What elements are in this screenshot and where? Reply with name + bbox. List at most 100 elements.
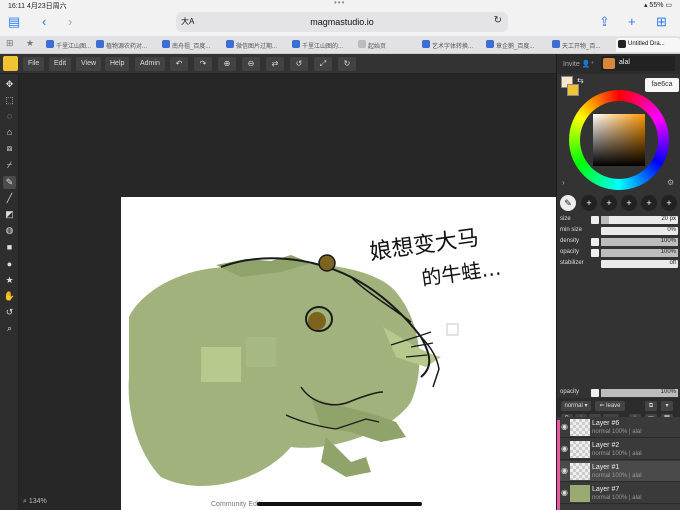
user-badge[interactable]: alal bbox=[601, 56, 675, 71]
eye-icon[interactable]: ◉ bbox=[561, 422, 568, 431]
home-indicator[interactable] bbox=[257, 502, 422, 506]
magma-logo[interactable] bbox=[3, 56, 18, 71]
rotate-view-icon[interactable]: ↺ bbox=[3, 306, 16, 319]
ellipse-icon[interactable]: ● bbox=[3, 258, 16, 271]
bookmarks-icon[interactable]: ★ bbox=[26, 38, 34, 49]
eye-icon[interactable]: ◉ bbox=[561, 466, 568, 475]
tab-scroll-icon[interactable]: ⊞ bbox=[6, 38, 14, 49]
tab-strip: ⊞ ★ 千里江山图... 植物源农药对... 南舟祖_百度... 微信图片过期.… bbox=[0, 36, 680, 54]
layer-item-selected[interactable]: ◉ Layer #1 normal 100% | alal bbox=[557, 461, 680, 482]
menu-view[interactable]: View bbox=[76, 57, 102, 71]
workspace[interactable]: 娘想变大马 的牛蛙… Community Edition bbox=[19, 74, 556, 510]
browser-tab[interactable]: 起始页 bbox=[356, 38, 402, 52]
multitask-dots-icon[interactable]: ••• bbox=[334, 0, 345, 7]
tab-favicon bbox=[292, 40, 300, 48]
rectangle-icon[interactable]: ■ bbox=[3, 241, 16, 254]
status-bar: 16:11 4月23日周六 ••• ▴ 55% ▭ bbox=[0, 0, 680, 10]
brush-slot[interactable]: + bbox=[641, 195, 657, 211]
rotate-right-icon[interactable]: ↻ bbox=[338, 57, 356, 71]
fullscreen-icon[interactable]: ⤢ bbox=[314, 57, 332, 71]
blend-mode-select[interactable]: normal ▾ bbox=[561, 401, 591, 411]
browser-tab[interactable]: 千里江山图的... bbox=[290, 38, 348, 52]
app-menubar: File Edit View Help Admin ↶ ↷ ⊕ ⊖ ⇄ ↺ ⤢ … bbox=[0, 54, 556, 74]
avatar bbox=[603, 58, 615, 69]
layer-list: ◉ Layer #6 normal 100% | alal ◉ Layer #2… bbox=[557, 417, 680, 510]
menu-edit[interactable]: Edit bbox=[49, 57, 72, 71]
prop-checkbox[interactable] bbox=[591, 249, 599, 257]
status-right: ▴ 55% ▭ bbox=[643, 2, 672, 9]
crop-icon[interactable]: ⧈ bbox=[3, 142, 16, 155]
layer-item[interactable]: ◉ Layer #2 normal 100% | alal bbox=[557, 439, 680, 460]
layer-item[interactable]: ◉ Layer #7 normal 100% | alal bbox=[557, 483, 680, 504]
prop-density: density 100% bbox=[560, 238, 678, 246]
prop-checkbox[interactable] bbox=[591, 216, 599, 224]
browser-tab[interactable]: 微信图片过期... bbox=[224, 38, 284, 52]
layer-copy-icon[interactable]: ⧉ bbox=[645, 401, 657, 411]
browser-tab[interactable]: 植物源农药对... bbox=[94, 38, 152, 52]
tool-bar: ✥ ⬚ ◌ ⌂ ⧈ ⌿ ✎ ╱ ◩ ◍ ■ ● ★ ✋ ↺ ⌕ bbox=[0, 74, 19, 510]
swap-colors-icon[interactable]: ⇆ bbox=[577, 76, 584, 85]
prop-slider[interactable]: 20 px bbox=[601, 216, 678, 224]
prop-checkbox[interactable] bbox=[591, 238, 599, 246]
eyedropper-icon[interactable]: ⌿ bbox=[3, 159, 16, 172]
tab-overview-icon[interactable]: ⊞ bbox=[656, 14, 667, 30]
pencil-icon[interactable]: ✎ bbox=[3, 176, 16, 189]
rect-select-icon[interactable]: ⬚ bbox=[3, 94, 16, 107]
prop-slider[interactable]: 100% bbox=[601, 249, 678, 257]
fill-icon[interactable]: ◍ bbox=[3, 224, 16, 237]
menu-admin[interactable]: Admin bbox=[135, 57, 165, 71]
prop-slider[interactable]: 100% bbox=[601, 238, 678, 246]
hex-color-field[interactable]: fae6ca bbox=[645, 78, 679, 92]
tab-favicon bbox=[618, 40, 626, 48]
browser-tab[interactable]: 千里江山图... bbox=[44, 38, 94, 52]
browser-tab[interactable]: 艺术字体转换... bbox=[420, 38, 482, 52]
secondary-color-swatch[interactable] bbox=[567, 84, 579, 96]
transform-icon[interactable]: ⌂ bbox=[3, 126, 16, 139]
saturation-value-picker[interactable] bbox=[593, 114, 645, 166]
eraser-icon[interactable]: ◩ bbox=[3, 208, 16, 221]
browser-tab[interactable]: 南舟祖_百度... bbox=[160, 38, 216, 52]
browser-tab[interactable]: 章企鹅_百度... bbox=[484, 38, 542, 52]
move-icon[interactable]: ✥ bbox=[3, 78, 16, 91]
prop-select[interactable]: off bbox=[601, 260, 678, 268]
eye-icon[interactable]: ◉ bbox=[561, 488, 568, 497]
layer-opacity-slider[interactable]: 100% bbox=[601, 389, 678, 397]
brush-slot[interactable]: + bbox=[581, 195, 597, 211]
menu-file[interactable]: File bbox=[23, 57, 45, 71]
browser-tab[interactable]: 天工开物_百... bbox=[550, 38, 608, 52]
redo-icon[interactable]: ↷ bbox=[194, 57, 212, 71]
undo-icon[interactable]: ↶ bbox=[170, 57, 188, 71]
forward-icon[interactable]: › bbox=[68, 14, 72, 29]
brush-preset-current[interactable]: ✎ bbox=[560, 195, 576, 211]
drawing-canvas[interactable]: 娘想变大马 的牛蛙… bbox=[121, 197, 556, 510]
share-icon[interactable]: ⇪ bbox=[599, 14, 610, 30]
brush-slot[interactable]: + bbox=[601, 195, 617, 211]
zoom-out-icon[interactable]: ⊖ bbox=[242, 57, 260, 71]
browser-tab-active[interactable]: Untitled Dra... bbox=[616, 38, 680, 52]
sidebar-toggle-icon[interactable]: ▤ bbox=[8, 14, 20, 30]
new-tab-icon[interactable]: + bbox=[628, 14, 636, 29]
back-icon[interactable]: ‹ bbox=[42, 14, 46, 29]
hand-icon[interactable]: ✋ bbox=[3, 290, 16, 303]
zoom-icon[interactable]: ⌕ bbox=[3, 322, 16, 335]
brush-icon[interactable]: ╱ bbox=[3, 192, 16, 205]
layer-item[interactable]: ◉ Layer #6 normal 100% | alal bbox=[557, 417, 680, 438]
reload-icon[interactable]: ↻ bbox=[494, 15, 502, 26]
invite-button[interactable]: Invite 👤⁺ bbox=[563, 60, 594, 68]
flip-icon[interactable]: ⇄ bbox=[266, 57, 284, 71]
brush-slot[interactable]: + bbox=[661, 195, 677, 211]
zoom-in-icon[interactable]: ⊕ bbox=[218, 57, 236, 71]
rotate-left-icon[interactable]: ↺ bbox=[290, 57, 308, 71]
layer-menu-icon[interactable]: ▾ bbox=[661, 401, 673, 411]
lasso-icon[interactable]: ◌ bbox=[3, 110, 16, 123]
expand-arrow-icon[interactable]: › bbox=[562, 178, 565, 187]
menu-help[interactable]: Help bbox=[105, 57, 130, 71]
layer-opacity-checkbox[interactable] bbox=[591, 389, 599, 397]
eye-icon[interactable]: ◉ bbox=[561, 444, 568, 453]
url-bar[interactable]: 大A magmastudio.io ↻ bbox=[176, 12, 508, 32]
brush-slot[interactable]: + bbox=[621, 195, 637, 211]
leave-button[interactable]: ⇐ leave bbox=[595, 401, 625, 411]
star-icon[interactable]: ★ bbox=[3, 274, 16, 287]
gear-icon[interactable]: ⚙ bbox=[667, 178, 674, 187]
prop-slider[interactable]: 0% bbox=[601, 227, 678, 235]
